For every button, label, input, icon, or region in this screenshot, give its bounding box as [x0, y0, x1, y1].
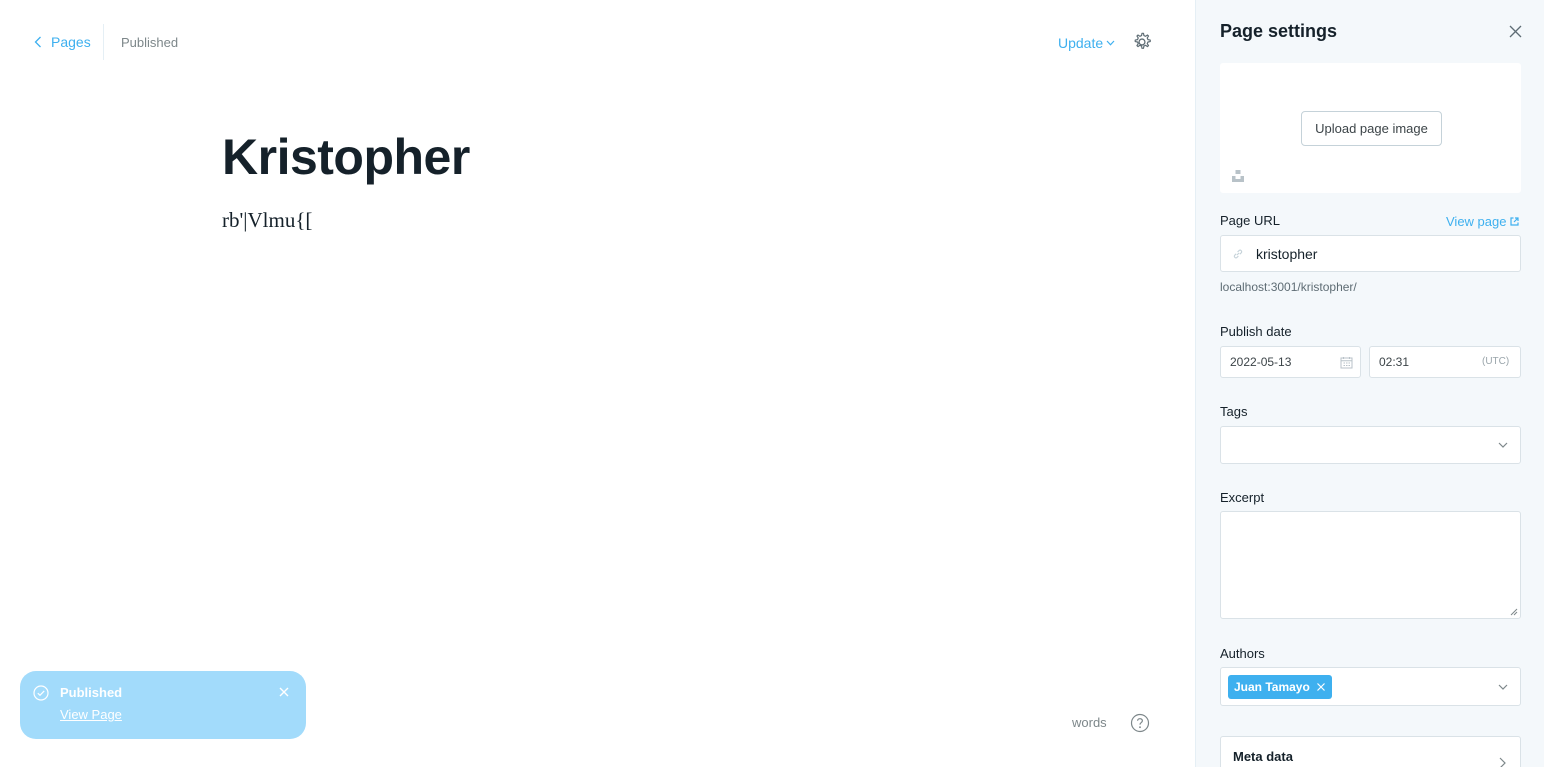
- authors-select[interactable]: Juan Tamayo: [1220, 667, 1521, 706]
- page-url-hint: localhost:3001/kristopher/: [1220, 280, 1357, 294]
- gear-icon[interactable]: [1131, 31, 1153, 53]
- calendar-icon: [1340, 357, 1353, 369]
- remove-author-icon[interactable]: [1316, 682, 1326, 692]
- external-link-icon: [1510, 217, 1520, 226]
- back-to-pages-link[interactable]: Pages: [34, 34, 91, 50]
- author-name: Juan Tamayo: [1234, 680, 1310, 694]
- post-status: Published: [121, 35, 179, 50]
- meta-data-label: Meta data: [1233, 749, 1293, 764]
- view-page-label: View page: [1446, 214, 1507, 229]
- header-divider: [103, 24, 104, 60]
- editor: Pages Published Update Kristopher rb'|Vl…: [0, 0, 1195, 767]
- check-circle-icon: [33, 685, 49, 701]
- settings-title: Page settings: [1220, 21, 1338, 41]
- publish-date-input[interactable]: 2022-05-13: [1220, 346, 1361, 378]
- editor-topbar: Pages Published Update: [0, 0, 1195, 84]
- publish-toast: Published View Page: [20, 671, 306, 739]
- page-settings-panel: Page settings Upload page image Page URL…: [1195, 0, 1544, 767]
- back-link-label: Pages: [51, 34, 91, 50]
- update-label: Update: [1058, 35, 1104, 51]
- author-chip: Juan Tamayo: [1228, 675, 1332, 699]
- page-image-upload: Upload page image: [1220, 63, 1521, 193]
- timezone-label: (UTC): [1482, 356, 1510, 367]
- authors-label: Authors: [1220, 646, 1265, 661]
- post-title[interactable]: Kristopher: [222, 128, 470, 186]
- post-body[interactable]: rb'|Vlmu{[: [222, 208, 312, 233]
- close-icon[interactable]: [278, 686, 290, 698]
- chevron-down-icon: [1498, 684, 1508, 690]
- close-icon[interactable]: [1509, 25, 1522, 38]
- page-url-value: kristopher: [1256, 246, 1318, 262]
- publish-time-input[interactable]: 02:31 (UTC): [1369, 346, 1521, 378]
- publish-time-value: 02:31: [1379, 355, 1410, 369]
- tags-label: Tags: [1220, 404, 1248, 419]
- help-icon[interactable]: [1130, 713, 1150, 733]
- view-page-link[interactable]: View page: [1446, 214, 1520, 229]
- chevron-down-icon: [1106, 40, 1115, 46]
- chevron-left-icon: [34, 36, 41, 48]
- unsplash-icon[interactable]: [1231, 169, 1245, 183]
- chevron-down-icon: [1498, 442, 1508, 448]
- resize-grip-icon[interactable]: [1510, 608, 1518, 616]
- link-icon: [1233, 249, 1243, 259]
- toast-view-page-link[interactable]: View Page: [60, 707, 122, 722]
- chevron-right-icon: [1499, 757, 1506, 767]
- excerpt-label: Excerpt: [1220, 490, 1265, 505]
- excerpt-textarea[interactable]: [1220, 511, 1521, 619]
- meta-data-row[interactable]: Meta data: [1220, 736, 1521, 767]
- update-button[interactable]: Update: [1058, 35, 1115, 51]
- word-count: words: [1072, 715, 1107, 730]
- upload-page-image-button[interactable]: Upload page image: [1301, 111, 1442, 146]
- publish-date-value: 2022-05-13: [1230, 355, 1292, 369]
- toast-title: Published: [60, 685, 123, 700]
- page-url-input[interactable]: kristopher: [1220, 235, 1521, 272]
- page-url-label: Page URL: [1220, 213, 1280, 228]
- tags-select[interactable]: [1220, 426, 1521, 464]
- publish-date-label: Publish date: [1220, 324, 1292, 339]
